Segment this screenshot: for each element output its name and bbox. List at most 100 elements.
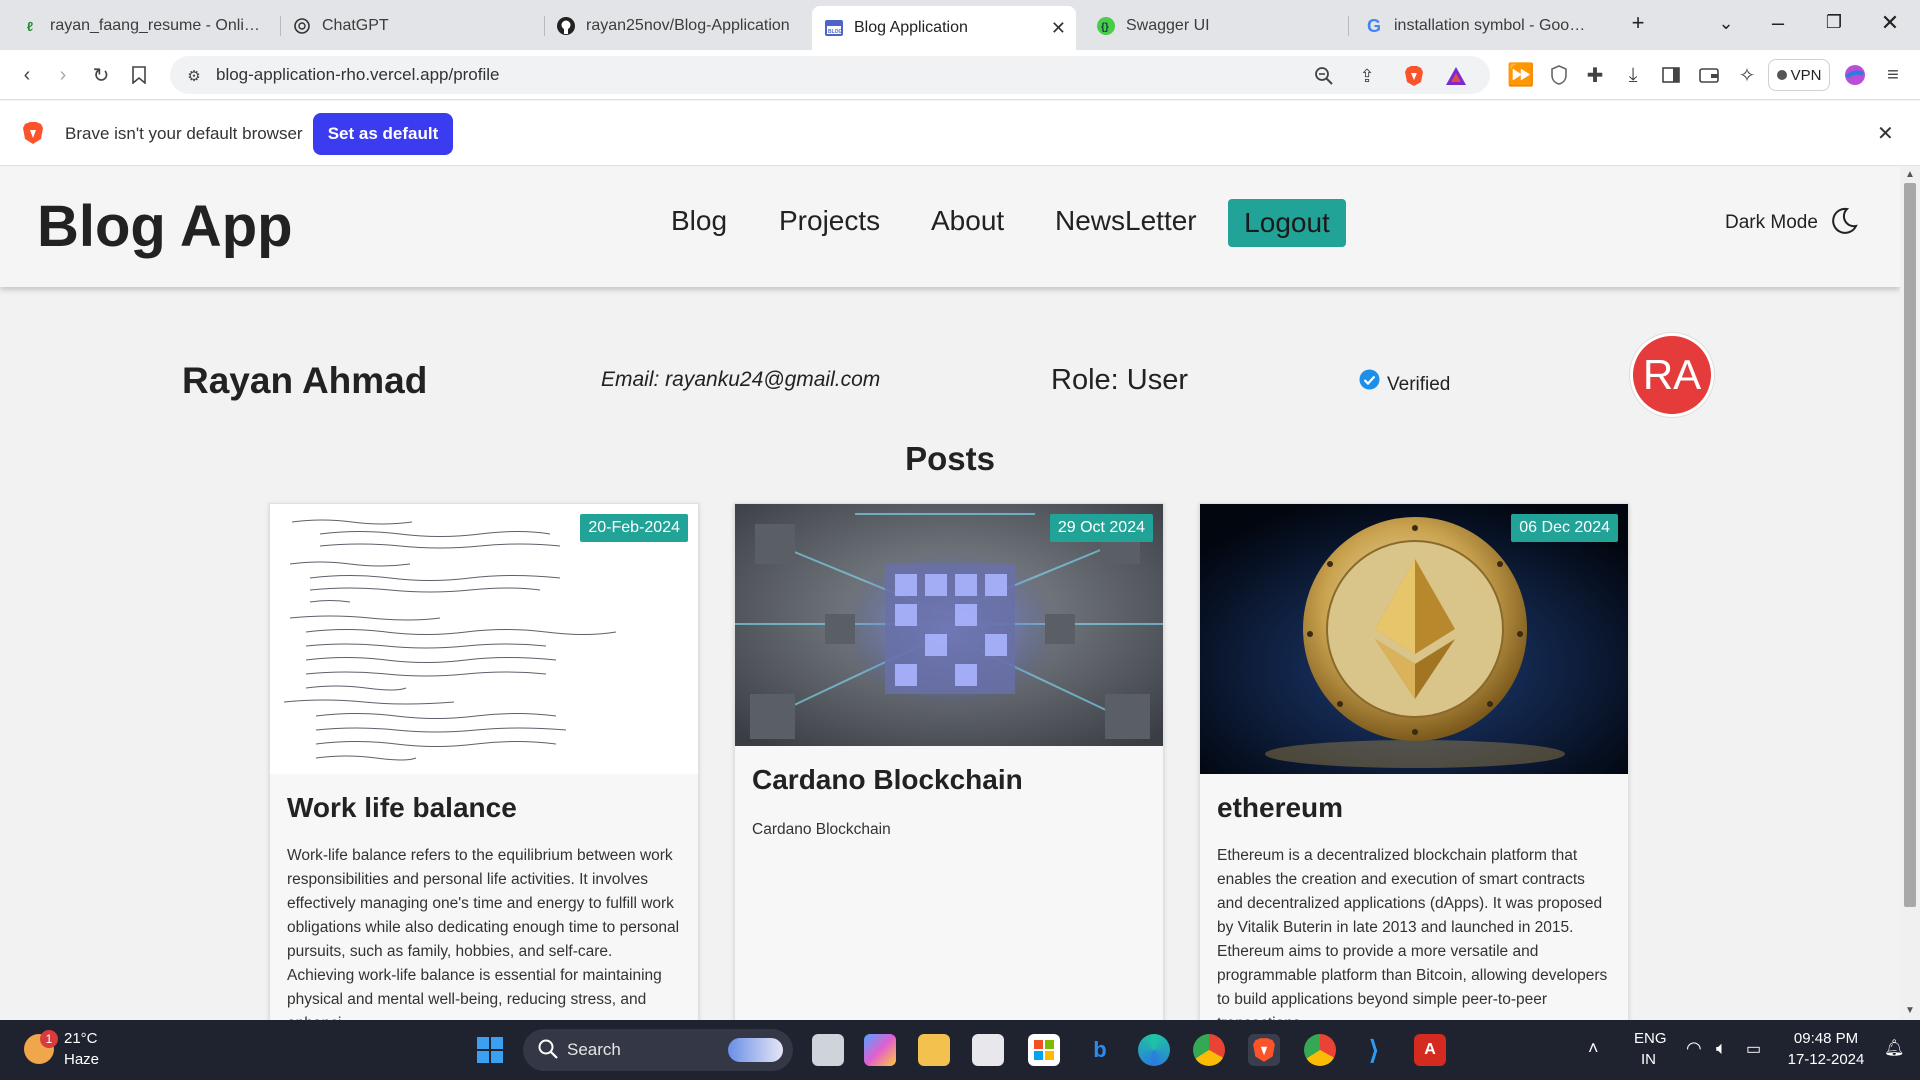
google-icon: G	[1366, 15, 1381, 36]
bookmark-icon[interactable]	[126, 62, 152, 88]
post-excerpt: Ethereum is a decentralized blockchain p…	[1217, 847, 1608, 1020]
brave-shields-icon[interactable]	[1402, 64, 1426, 88]
extensions-puzzle-icon[interactable]: ✚	[1582, 62, 1608, 88]
post-title[interactable]: Cardano Blockchain	[752, 764, 1023, 796]
tab-blog-application[interactable]: BLOG Blog Application ✕	[812, 6, 1076, 50]
page-scrollbar[interactable]: ▲ ▼	[1900, 167, 1920, 1020]
snipping-tool-icon[interactable]	[972, 1034, 1004, 1066]
tab-title: installation symbol - Google Se	[1394, 17, 1590, 34]
acrobat-icon[interactable]: A	[1414, 1034, 1446, 1066]
tray-chevron-up-icon[interactable]: ˄	[1588, 1038, 1599, 1059]
sidebar-toggle-icon[interactable]	[1658, 62, 1684, 88]
posts-heading: Posts	[905, 440, 995, 477]
clock-time[interactable]: 09:48 PM	[1786, 1030, 1866, 1047]
verified-label: Verified	[1387, 374, 1451, 395]
bing-icon[interactable]: b	[1084, 1034, 1116, 1066]
back-arrow-icon[interactable]: ‹	[14, 62, 40, 88]
wallet-icon[interactable]	[1696, 62, 1722, 88]
brave-rewards-icon[interactable]	[1444, 64, 1468, 88]
set-as-default-button[interactable]: Set as default	[313, 113, 453, 155]
vpn-status-icon	[1776, 70, 1787, 80]
infobar-message: Brave isn't your default browser	[65, 124, 303, 143]
tab-title: Blog Application	[854, 19, 968, 36]
post-card[interactable]: 29 Oct 2024 Cardano Blockchain Cardano B…	[734, 503, 1164, 1020]
post-title[interactable]: ethereum	[1217, 792, 1343, 824]
vscode-icon[interactable]: ⟩	[1358, 1034, 1390, 1066]
date-badge: 06 Dec 2024	[1511, 514, 1618, 542]
scrollbar-thumb[interactable]	[1904, 183, 1916, 907]
chatgpt-icon	[292, 16, 312, 36]
profile-name: Rayan Ahmad	[182, 360, 428, 401]
close-icon[interactable]: ✕	[1051, 18, 1066, 39]
notification-badge: 1	[40, 1030, 58, 1048]
menu-hamburger-icon[interactable]: ≡	[1880, 62, 1906, 88]
browser-toolbar: ‹ › ↻ ⚙ blog-application-rho.vercel.app/…	[0, 50, 1920, 100]
leo-ai-icon[interactable]: ✧	[1734, 62, 1760, 88]
minimize-icon[interactable]: –	[1758, 10, 1798, 36]
restore-icon[interactable]: ❐	[1814, 12, 1854, 33]
weather-temperature[interactable]: 21°C	[64, 1030, 98, 1047]
post-card[interactable]: 06 Dec 2024 ethereum Ethereum is a decen…	[1199, 503, 1629, 1020]
download-icon[interactable]: ⤓	[1620, 62, 1646, 88]
media-play-icon[interactable]: ⏩	[1507, 62, 1534, 88]
verified-check-icon	[1359, 369, 1380, 390]
logout-button[interactable]: Logout	[1228, 199, 1346, 247]
url-text[interactable]: blog-application-rho.vercel.app/profile	[216, 65, 500, 85]
windows-start-icon[interactable]	[474, 1034, 506, 1066]
brand-logo[interactable]: Blog App	[37, 193, 293, 260]
site-settings-icon[interactable]: ⚙	[182, 64, 206, 88]
new-tab-icon[interactable]: +	[1618, 10, 1658, 36]
file-explorer-icon[interactable]	[918, 1034, 950, 1066]
scroll-up-arrow-icon[interactable]: ▲	[1905, 169, 1915, 180]
chrome-icon[interactable]	[1193, 1034, 1225, 1066]
post-card[interactable]: 20-Feb-2024 Work life balance Work-life …	[269, 503, 699, 1020]
task-view-icon[interactable]	[812, 1034, 844, 1066]
weather-condition[interactable]: Haze	[64, 1051, 99, 1068]
post-title[interactable]: Work life balance	[287, 792, 517, 824]
close-icon[interactable]: ✕	[1877, 121, 1894, 146]
clock-date[interactable]: 17-12-2024	[1786, 1051, 1866, 1068]
volume-icon[interactable]: 🔈︎	[1716, 1038, 1727, 1059]
nav-link-blog[interactable]: Blog	[671, 205, 727, 237]
tab-overleaf[interactable]: ℓ rayan_faang_resume - Online La	[8, 6, 278, 46]
post-image-handwritten-notes[interactable]	[270, 504, 699, 774]
brave-taskbar-icon[interactable]	[1248, 1034, 1280, 1066]
tab-list-chevron-icon[interactable]: ⌄	[1706, 13, 1746, 34]
scroll-down-arrow-icon[interactable]: ▼	[1905, 1005, 1915, 1016]
battery-icon[interactable]: ▭	[1746, 1039, 1761, 1059]
wifi-icon[interactable]: ◠	[1686, 1038, 1702, 1059]
github-icon	[556, 16, 576, 36]
nav-link-about[interactable]: About	[931, 205, 1004, 237]
chrome-icon[interactable]	[1304, 1034, 1336, 1066]
tab-github[interactable]: rayan25nov/Blog-Application	[544, 6, 806, 46]
default-browser-infobar: Brave isn't your default browser Set as …	[0, 101, 1920, 166]
nav-link-newsletter[interactable]: NewsLetter	[1055, 205, 1197, 237]
reload-icon[interactable]: ↻	[88, 62, 114, 88]
swagger-icon: {}	[1096, 16, 1116, 36]
browser-tab-strip: ℓ rayan_faang_resume - Online La ChatGPT…	[0, 0, 1920, 50]
brave-logo-icon	[22, 121, 44, 150]
address-bar[interactable]: ⚙ blog-application-rho.vercel.app/profil…	[170, 56, 1490, 94]
dark-mode-label[interactable]: Dark Mode	[1725, 212, 1818, 234]
region-indicator[interactable]: IN	[1641, 1051, 1656, 1068]
moon-icon[interactable]	[1828, 206, 1858, 236]
edge-icon[interactable]	[1138, 1034, 1170, 1066]
taskbar-search[interactable]: Search	[523, 1029, 793, 1071]
microsoft-store-icon[interactable]	[1028, 1034, 1060, 1066]
shield-icon[interactable]	[1546, 62, 1572, 88]
tab-chatgpt[interactable]: ChatGPT	[280, 6, 542, 46]
copilot-icon[interactable]	[864, 1034, 896, 1066]
forward-arrow-icon[interactable]: ›	[50, 62, 76, 88]
zoom-icon[interactable]	[1312, 64, 1336, 88]
nav-link-projects[interactable]: Projects	[779, 205, 880, 237]
avatar[interactable]: RA	[1630, 333, 1714, 417]
tab-swagger[interactable]: {} Swagger UI	[1084, 6, 1346, 46]
tab-google[interactable]: G installation symbol - Google Se	[1352, 6, 1602, 46]
share-icon[interactable]: ⇪	[1355, 64, 1379, 88]
window-close-icon[interactable]: ✕	[1870, 10, 1910, 36]
post-image-ethereum-coin[interactable]	[1200, 504, 1629, 774]
notifications-bell-icon[interactable]: 🔔︎	[1884, 1038, 1904, 1058]
vpn-button[interactable]: VPN	[1768, 59, 1830, 91]
profile-icon[interactable]	[1842, 62, 1868, 88]
language-indicator[interactable]: ENG	[1634, 1030, 1667, 1047]
